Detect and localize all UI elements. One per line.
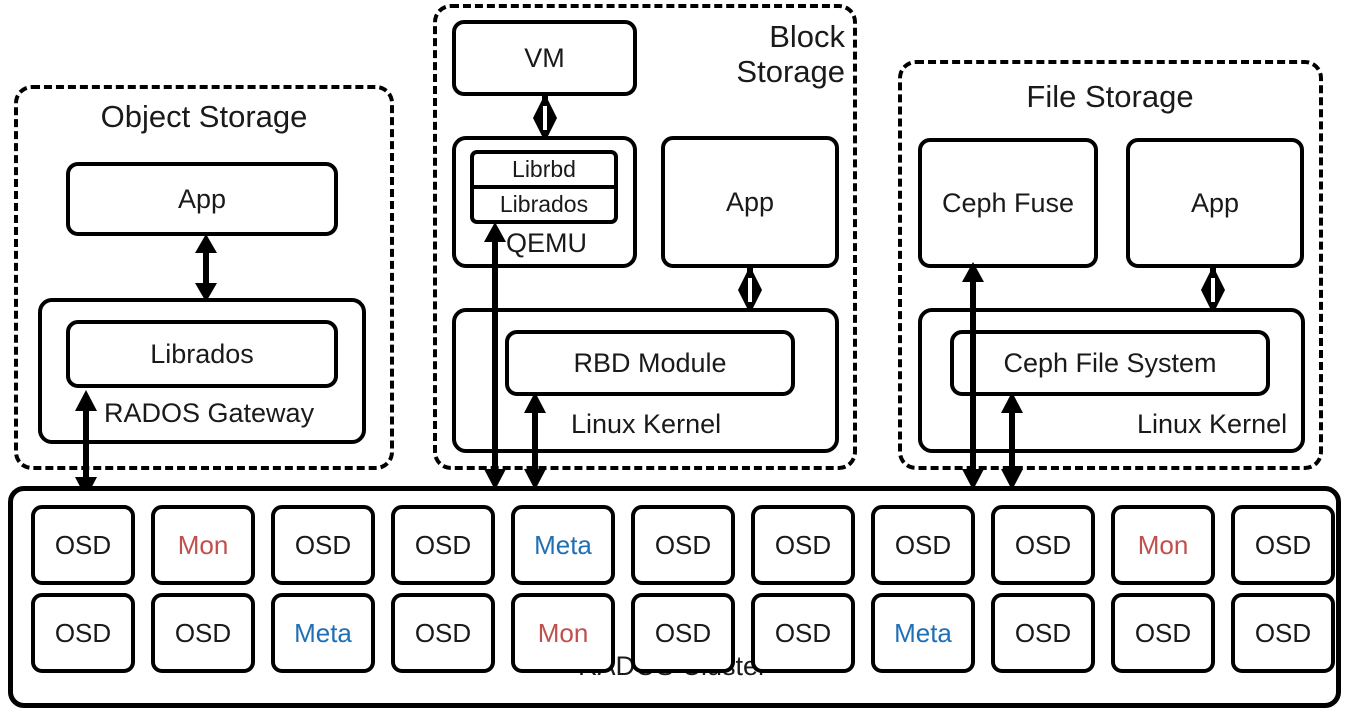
cluster-node-label: OSD — [774, 617, 832, 648]
rbd-module-label: RBD Module — [573, 347, 727, 378]
cluster-node-label: OSD — [1254, 529, 1312, 560]
file-storage-title: File Storage — [1026, 79, 1194, 114]
librbd-label-row: Librbd — [474, 154, 614, 185]
cluster-node-osd[interactable]: OSD — [391, 593, 495, 673]
librbd-librados-stack[interactable]: Librbd Librados — [470, 150, 618, 224]
ceph-architecture-diagram: Object Storage App RADOS Gateway Librado… — [0, 0, 1349, 716]
cluster-node-label: OSD — [654, 529, 712, 560]
cluster-node-osd[interactable]: OSD — [631, 505, 735, 585]
cluster-node-label: OSD — [414, 617, 472, 648]
block-storage-app-box[interactable]: App — [661, 136, 839, 268]
ceph-fuse-box[interactable]: Ceph Fuse — [918, 138, 1098, 268]
cluster-node-osd[interactable]: OSD — [31, 593, 135, 673]
cluster-node-label: OSD — [54, 529, 112, 560]
cluster-node-osd[interactable]: OSD — [31, 505, 135, 585]
cluster-node-osd[interactable]: OSD — [751, 505, 855, 585]
cluster-node-meta[interactable]: Meta — [871, 593, 975, 673]
cluster-node-osd[interactable]: OSD — [991, 505, 1095, 585]
ceph-fuse-label: Ceph Fuse — [941, 187, 1075, 218]
object-storage-librados-box[interactable]: Librados — [66, 320, 338, 388]
ceph-file-system-label: Ceph File System — [1003, 347, 1217, 378]
rbd-module-box[interactable]: RBD Module — [505, 330, 795, 396]
cluster-node-mon[interactable]: Mon — [511, 593, 615, 673]
cluster-node-osd[interactable]: OSD — [991, 593, 1095, 673]
cluster-node-label: OSD — [54, 617, 112, 648]
object-storage-app-box[interactable]: App — [66, 162, 338, 236]
cluster-node-osd[interactable]: OSD — [271, 505, 375, 585]
cluster-node-label: OSD — [1254, 617, 1312, 648]
cluster-node-osd[interactable]: OSD — [151, 593, 255, 673]
librbd-label: Librbd — [512, 156, 576, 182]
rados-gateway-label: RADOS Gateway — [104, 398, 315, 428]
cluster-node-osd[interactable]: OSD — [751, 593, 855, 673]
object-storage-librados-label: Librados — [150, 338, 254, 369]
cluster-node-label: OSD — [894, 529, 952, 560]
cluster-node-osd[interactable]: OSD — [631, 593, 735, 673]
file-storage-app-box[interactable]: App — [1126, 138, 1304, 268]
cluster-node-label: OSD — [654, 617, 712, 648]
rados-cluster-box[interactable]: RADOS Cluster OSDMonOSDOSDMetaOSDOSDOSDO… — [8, 486, 1341, 708]
vm-label: VM — [524, 42, 565, 73]
qemu-label: QEMU — [506, 228, 587, 258]
cluster-node-label: OSD — [1014, 529, 1072, 560]
cluster-node-osd[interactable]: OSD — [391, 505, 495, 585]
cluster-node-osd[interactable]: OSD — [1111, 593, 1215, 673]
cluster-node-mon[interactable]: Mon — [1111, 505, 1215, 585]
cluster-node-label: Mon — [177, 529, 229, 560]
cluster-node-osd[interactable]: OSD — [871, 505, 975, 585]
block-storage-title: Block Storage — [736, 19, 845, 89]
file-linux-kernel-label: Linux Kernel — [1137, 409, 1288, 439]
cluster-node-label: Meta — [894, 617, 952, 648]
object-storage-title: Object Storage — [100, 99, 308, 134]
cluster-node-label: OSD — [774, 529, 832, 560]
librados-label-row: Librados — [474, 185, 614, 220]
file-storage-app-label: App — [1190, 187, 1240, 218]
vm-box[interactable]: VM — [452, 20, 637, 96]
cluster-node-label: OSD — [294, 529, 352, 560]
cluster-node-meta[interactable]: Meta — [511, 505, 615, 585]
cluster-node-osd[interactable]: OSD — [1231, 505, 1335, 585]
cluster-node-label: OSD — [414, 529, 472, 560]
object-storage-app-label: App — [177, 183, 227, 214]
cluster-node-label: Mon — [537, 617, 589, 648]
block-linux-kernel-label: Linux Kernel — [571, 409, 722, 439]
cluster-node-meta[interactable]: Meta — [271, 593, 375, 673]
block-storage-librados-label: Librados — [499, 191, 589, 217]
cluster-node-label: Meta — [534, 529, 592, 560]
cluster-node-label: OSD — [1014, 617, 1072, 648]
cluster-node-label: OSD — [174, 617, 232, 648]
cluster-node-label: OSD — [1134, 617, 1192, 648]
cluster-node-osd[interactable]: OSD — [1231, 593, 1335, 673]
cluster-node-label: Mon — [1137, 529, 1189, 560]
cluster-node-mon[interactable]: Mon — [151, 505, 255, 585]
ceph-file-system-box[interactable]: Ceph File System — [950, 330, 1270, 396]
block-storage-app-label: App — [725, 186, 775, 217]
cluster-node-label: Meta — [294, 617, 352, 648]
